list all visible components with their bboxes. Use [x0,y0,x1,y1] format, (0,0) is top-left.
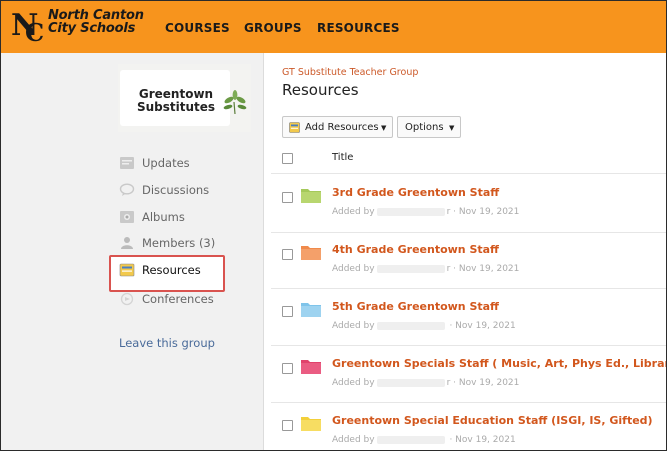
row-divider [271,232,666,233]
added-by-label: Added by [332,264,375,274]
redacted-name [376,264,445,273]
row-checkbox[interactable] [282,249,293,260]
sidebar-item-label: Albums [142,210,185,224]
page-title: Resources [282,81,359,99]
resource-date: · Nov 19, 2021 [453,207,520,217]
group-image-text-line2: Substitutes [136,100,216,114]
folder-icon [301,303,321,317]
nav-groups[interactable]: GROUPS [244,21,302,35]
district-name[interactable]: North Canton City Schools [48,9,144,35]
added-by-label: Added by [332,378,375,388]
resource-meta: Added by r · Nov 19, 2021 [332,264,519,274]
svg-text:C: C [25,18,44,43]
breadcrumb[interactable]: GT Substitute Teacher Group [282,67,418,78]
row-checkbox[interactable] [282,363,293,374]
row-checkbox[interactable] [282,420,293,431]
sidebar-item-albums[interactable]: Albums [119,208,259,228]
add-resources-label: Add Resources [305,122,379,133]
members-icon [121,237,133,249]
resource-meta: Added by · Nov 19, 2021 [332,321,516,331]
sidebar-item-conferences[interactable]: Conferences [119,290,259,310]
sidebar-item-label: Discussions [142,183,210,197]
albums-icon [120,211,134,223]
folder-icon [301,417,321,431]
group-sidebar: Greentown Substitutes Updates Discussion… [1,53,263,450]
resource-name[interactable]: 5th Grade Greentown Staff [332,300,499,313]
group-profile-image[interactable]: Greentown Substitutes [118,64,251,132]
resources-icon [289,122,300,133]
leave-group-link[interactable]: Leave this group [119,336,215,350]
updates-icon [120,157,134,169]
sidebar-item-members[interactable]: Members (3) [119,234,259,254]
folder-icon [301,189,321,203]
resource-name[interactable]: 3rd Grade Greentown Staff [332,186,499,199]
resource-name[interactable]: Greentown Specials Staff ( Music, Art, P… [332,357,666,370]
sidebar-item-updates[interactable]: Updates [119,154,259,174]
added-by-name-tail: r [446,264,451,274]
added-by-name-tail: r [446,207,451,217]
resource-name[interactable]: 4th Grade Greentown Staff [332,243,499,256]
district-logo-icon[interactable]: N C [11,7,45,43]
row-divider [271,288,666,289]
row-divider [271,402,666,403]
resource-date: · Nov 19, 2021 [449,321,516,331]
resource-name[interactable]: Greentown Special Education Staff (ISGI,… [332,414,653,427]
chevron-down-icon: ▼ [449,124,455,132]
nav-courses[interactable]: COURSES [165,21,230,35]
plant-icon [223,90,247,115]
nav-resources[interactable]: RESOURCES [317,21,400,35]
app-window: N C North Canton City Schools COURSES GR… [0,0,667,451]
sidebar-item-label: Conferences [142,292,214,306]
sidebar-item-label: Members (3) [142,236,216,250]
group-image-card: Greentown Substitutes [120,70,230,126]
redacted-name [376,378,445,387]
redacted-name [376,321,445,330]
discussions-icon [119,183,135,196]
chevron-down-icon: ▼ [381,124,387,132]
sidebar-item-label: Resources [142,263,201,277]
header-divider [271,173,666,174]
sidebar-item-resources[interactable]: Resources [119,261,259,281]
sidebar-item-label: Updates [142,156,190,170]
folder-icon [301,246,321,260]
column-header-title[interactable]: Title [332,152,353,163]
options-label: Options [405,122,444,133]
sidebar-divider [263,53,264,450]
resources-icon [119,263,135,277]
resource-meta: Added by r · Nov 19, 2021 [332,207,519,217]
redacted-name [376,207,445,216]
resource-meta: Added by r · Nov 19, 2021 [332,378,519,388]
resource-date: · Nov 19, 2021 [449,435,516,445]
select-all-checkbox[interactable] [282,153,293,164]
add-resources-button[interactable]: Add Resources ▼ [282,116,393,138]
sidebar-item-discussions[interactable]: Discussions [119,181,259,201]
redacted-name [376,435,445,444]
resource-date: · Nov 19, 2021 [453,378,520,388]
resource-meta: Added by · Nov 19, 2021 [332,435,516,445]
added-by-label: Added by [332,435,375,445]
options-button[interactable]: Options ▼ [397,116,461,138]
folder-icon [301,360,321,374]
added-by-label: Added by [332,321,375,331]
row-divider [271,345,666,346]
row-checkbox[interactable] [282,306,293,317]
conferences-icon [120,292,134,306]
resource-date: · Nov 19, 2021 [453,264,520,274]
row-checkbox[interactable] [282,192,293,203]
added-by-name-tail: r [446,378,451,388]
resource-row[interactable]: Greentown Special Education Staff (ISGI,… [271,412,666,450]
top-navigation-bar: N C North Canton City Schools COURSES GR… [1,1,666,53]
added-by-label: Added by [332,207,375,217]
district-name-line2: City Schools [48,21,136,36]
